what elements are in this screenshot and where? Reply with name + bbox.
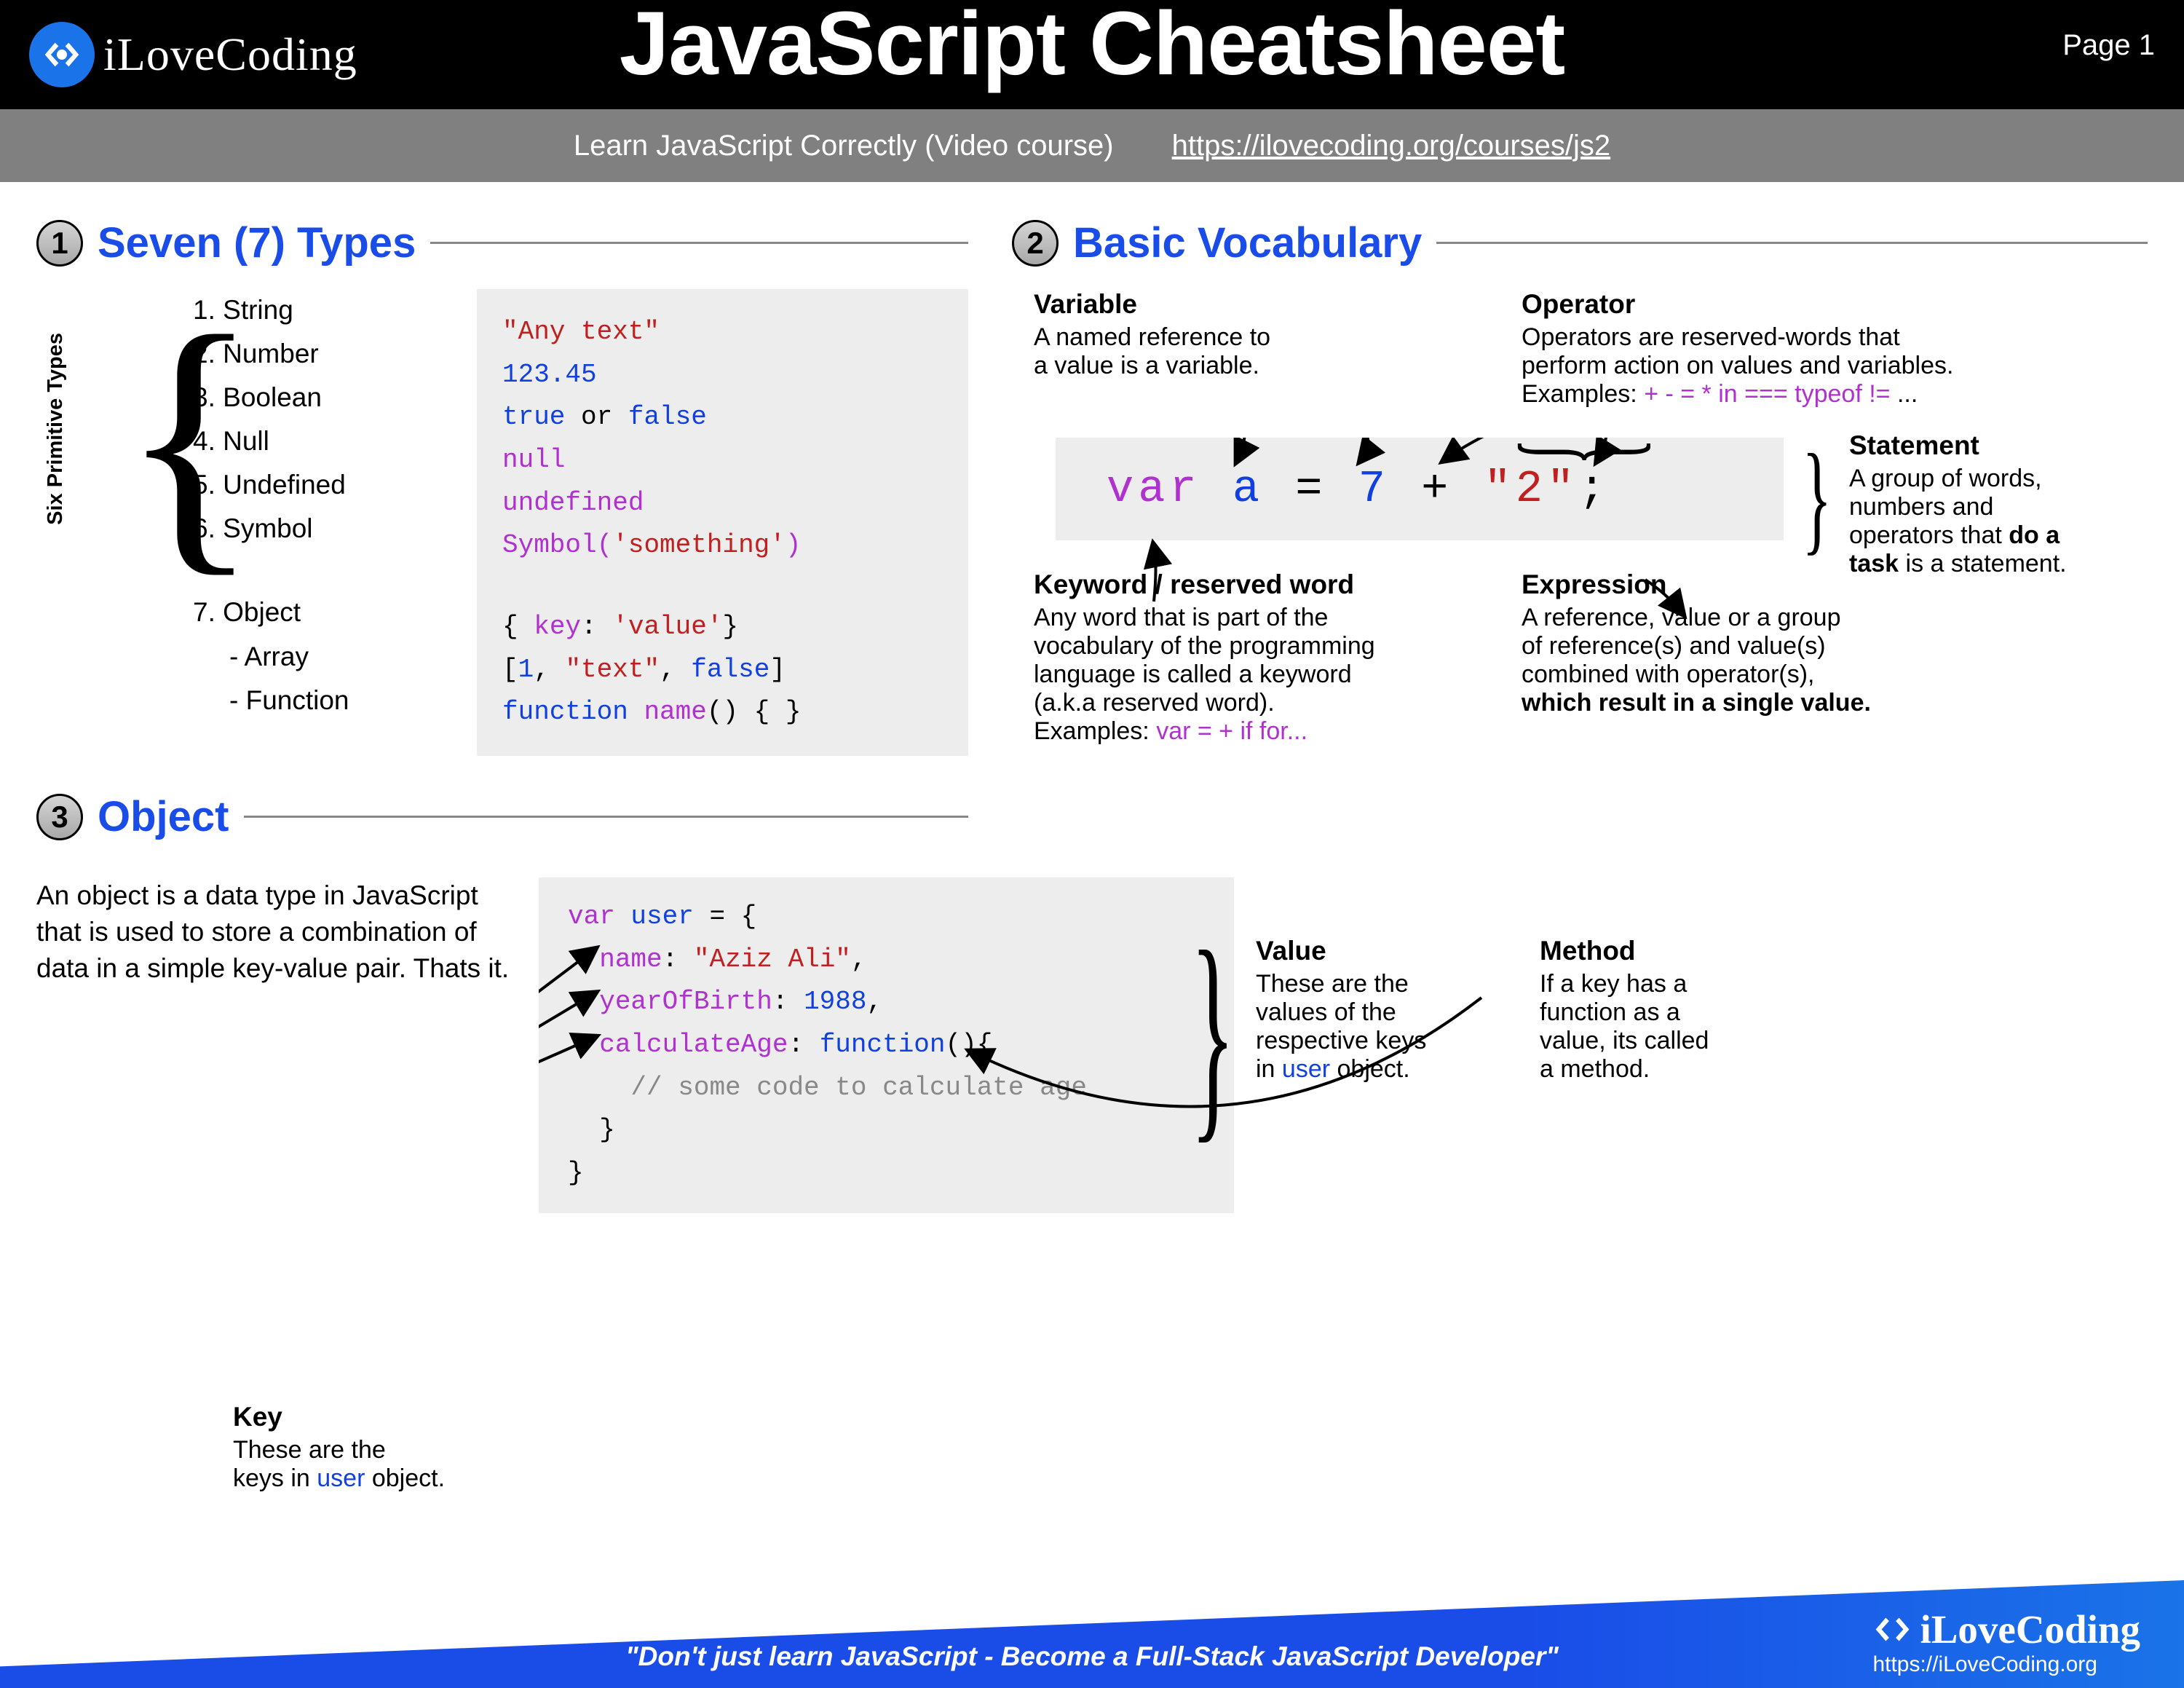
footer-logo: iLoveCoding https://iLoveCoding.org [1872, 1606, 2140, 1677]
logo-icon [29, 22, 95, 87]
variable-title: Variable [1034, 289, 1471, 320]
method-block: Method If a key has a function as a valu… [1540, 936, 1780, 1213]
divider [244, 816, 969, 818]
logo: iLoveCoding [29, 22, 357, 87]
code-heart-icon [41, 34, 82, 75]
badge-1: 1 [36, 220, 83, 267]
subheader: Learn JavaScript Correctly (Video course… [0, 109, 2184, 182]
keyword-desc: (a.k.a reserved word). [1034, 689, 1471, 717]
object-row: An object is a data type in JavaScript t… [36, 877, 2148, 1213]
vocab-bottom: Keyword / reserved word Any word that is… [1034, 569, 2148, 746]
code-icon [1872, 1609, 1912, 1649]
content: 1 Seven (7) Types Six Primitive Types { … [0, 182, 2184, 1580]
brace-icon: } [1802, 427, 1832, 569]
expression-desc: combined with operator(s), [1522, 660, 1958, 689]
key-block: Key These are the keys in user object. [233, 1402, 524, 1493]
brace-icon: } [1190, 899, 1235, 1167]
footer-quote: "Don't just learn JavaScript - Become a … [625, 1641, 1559, 1672]
expression-desc: of reference(s) and value(s) [1522, 632, 1958, 660]
page-title: JavaScript Cheatsheet [620, 0, 1564, 95]
method-title: Method [1540, 936, 1780, 966]
keyword-examples: Examples: var = + if for... [1034, 717, 1471, 746]
course-link[interactable]: https://ilovecoding.org/courses/js2 [1172, 130, 1611, 162]
keyword-desc: Any word that is part of the [1034, 604, 1471, 632]
statement-block: Statement A group of words, numbers and … [1849, 430, 2082, 578]
vocab-code-wrap: var a = 7 + "2"; } } Statement A group o… [1012, 438, 2148, 540]
object-desc: An object is a data type in JavaScript t… [36, 877, 517, 1213]
operator-desc: Operators are reserved-words that [1522, 323, 2053, 352]
vocab-top: Variable A named reference to a value is… [1034, 289, 2148, 409]
operator-title: Operator [1522, 289, 2053, 320]
types-block: Six Primitive Types { 1. String 2. Numbe… [51, 289, 968, 756]
badge-2: 2 [1012, 220, 1059, 267]
variable-desc: A named reference to [1034, 323, 1471, 352]
expression-desc: A reference, value or a group [1522, 604, 1958, 632]
expression-block: Expression A reference, value or a group… [1522, 569, 1958, 746]
badge-3: 3 [36, 794, 83, 840]
section-1-header: 1 Seven (7) Types [36, 218, 968, 267]
footer: "Don't just learn JavaScript - Become a … [0, 1580, 2184, 1688]
statement-desc: A group of words, numbers and operators … [1849, 465, 2082, 578]
operator-examples: Examples: + - = * in === typeof != ... [1522, 380, 2053, 409]
header: iLoveCoding JavaScript Cheatsheet Page 1 [0, 0, 2184, 109]
footer-brand: iLoveCoding [1920, 1606, 2140, 1652]
footer-url[interactable]: https://iLoveCoding.org [1872, 1652, 2140, 1677]
object-right: Value These are the values of the respec… [1256, 936, 1780, 1213]
section-1-title: Seven (7) Types [98, 218, 416, 267]
operator-desc: perform action on values and variables. [1522, 352, 2053, 380]
type-function: - Function [229, 679, 477, 722]
section-3-header: 3 Object [36, 792, 968, 841]
variable-desc: a value is a variable. [1034, 352, 1471, 380]
page-number: Page 1 [2062, 29, 2155, 62]
divider [430, 242, 968, 244]
value-block: Value These are the values of the respec… [1256, 936, 1496, 1213]
brace-icon: } [1500, 438, 1685, 465]
object-code-wrap: var user = { name: "Aziz Ali", yearOfBir… [539, 877, 1234, 1213]
keyword-desc: vocabulary of the programming [1034, 632, 1471, 660]
brand-name: iLoveCoding [103, 28, 357, 82]
section-2-header: 2 Basic Vocabulary [1012, 218, 2148, 267]
key-title: Key [233, 1402, 524, 1432]
expression-desc: which result in a single value. [1522, 689, 1958, 717]
statement-title: Statement [1849, 430, 2082, 461]
type-array: - Array [229, 636, 477, 678]
keyword-block: Keyword / reserved word Any word that is… [1034, 569, 1471, 746]
keyword-title: Keyword / reserved word [1034, 569, 1471, 600]
object-code: var user = { name: "Aziz Ali", yearOfBir… [539, 877, 1234, 1213]
section-3-title: Object [98, 792, 229, 841]
variable-block: Variable A named reference to a value is… [1034, 289, 1471, 409]
value-title: Value [1256, 936, 1496, 966]
primitive-types-label: Six Primitive Types [44, 333, 68, 525]
keyword-desc: language is called a keyword [1034, 660, 1471, 689]
subtitle: Learn JavaScript Correctly (Video course… [574, 130, 1114, 162]
section-2-title: Basic Vocabulary [1073, 218, 1422, 267]
divider [1436, 242, 2148, 244]
types-code: "Any text" 123.45 true or false null und… [477, 289, 968, 756]
operator-block: Operator Operators are reserved-words th… [1522, 289, 2053, 409]
